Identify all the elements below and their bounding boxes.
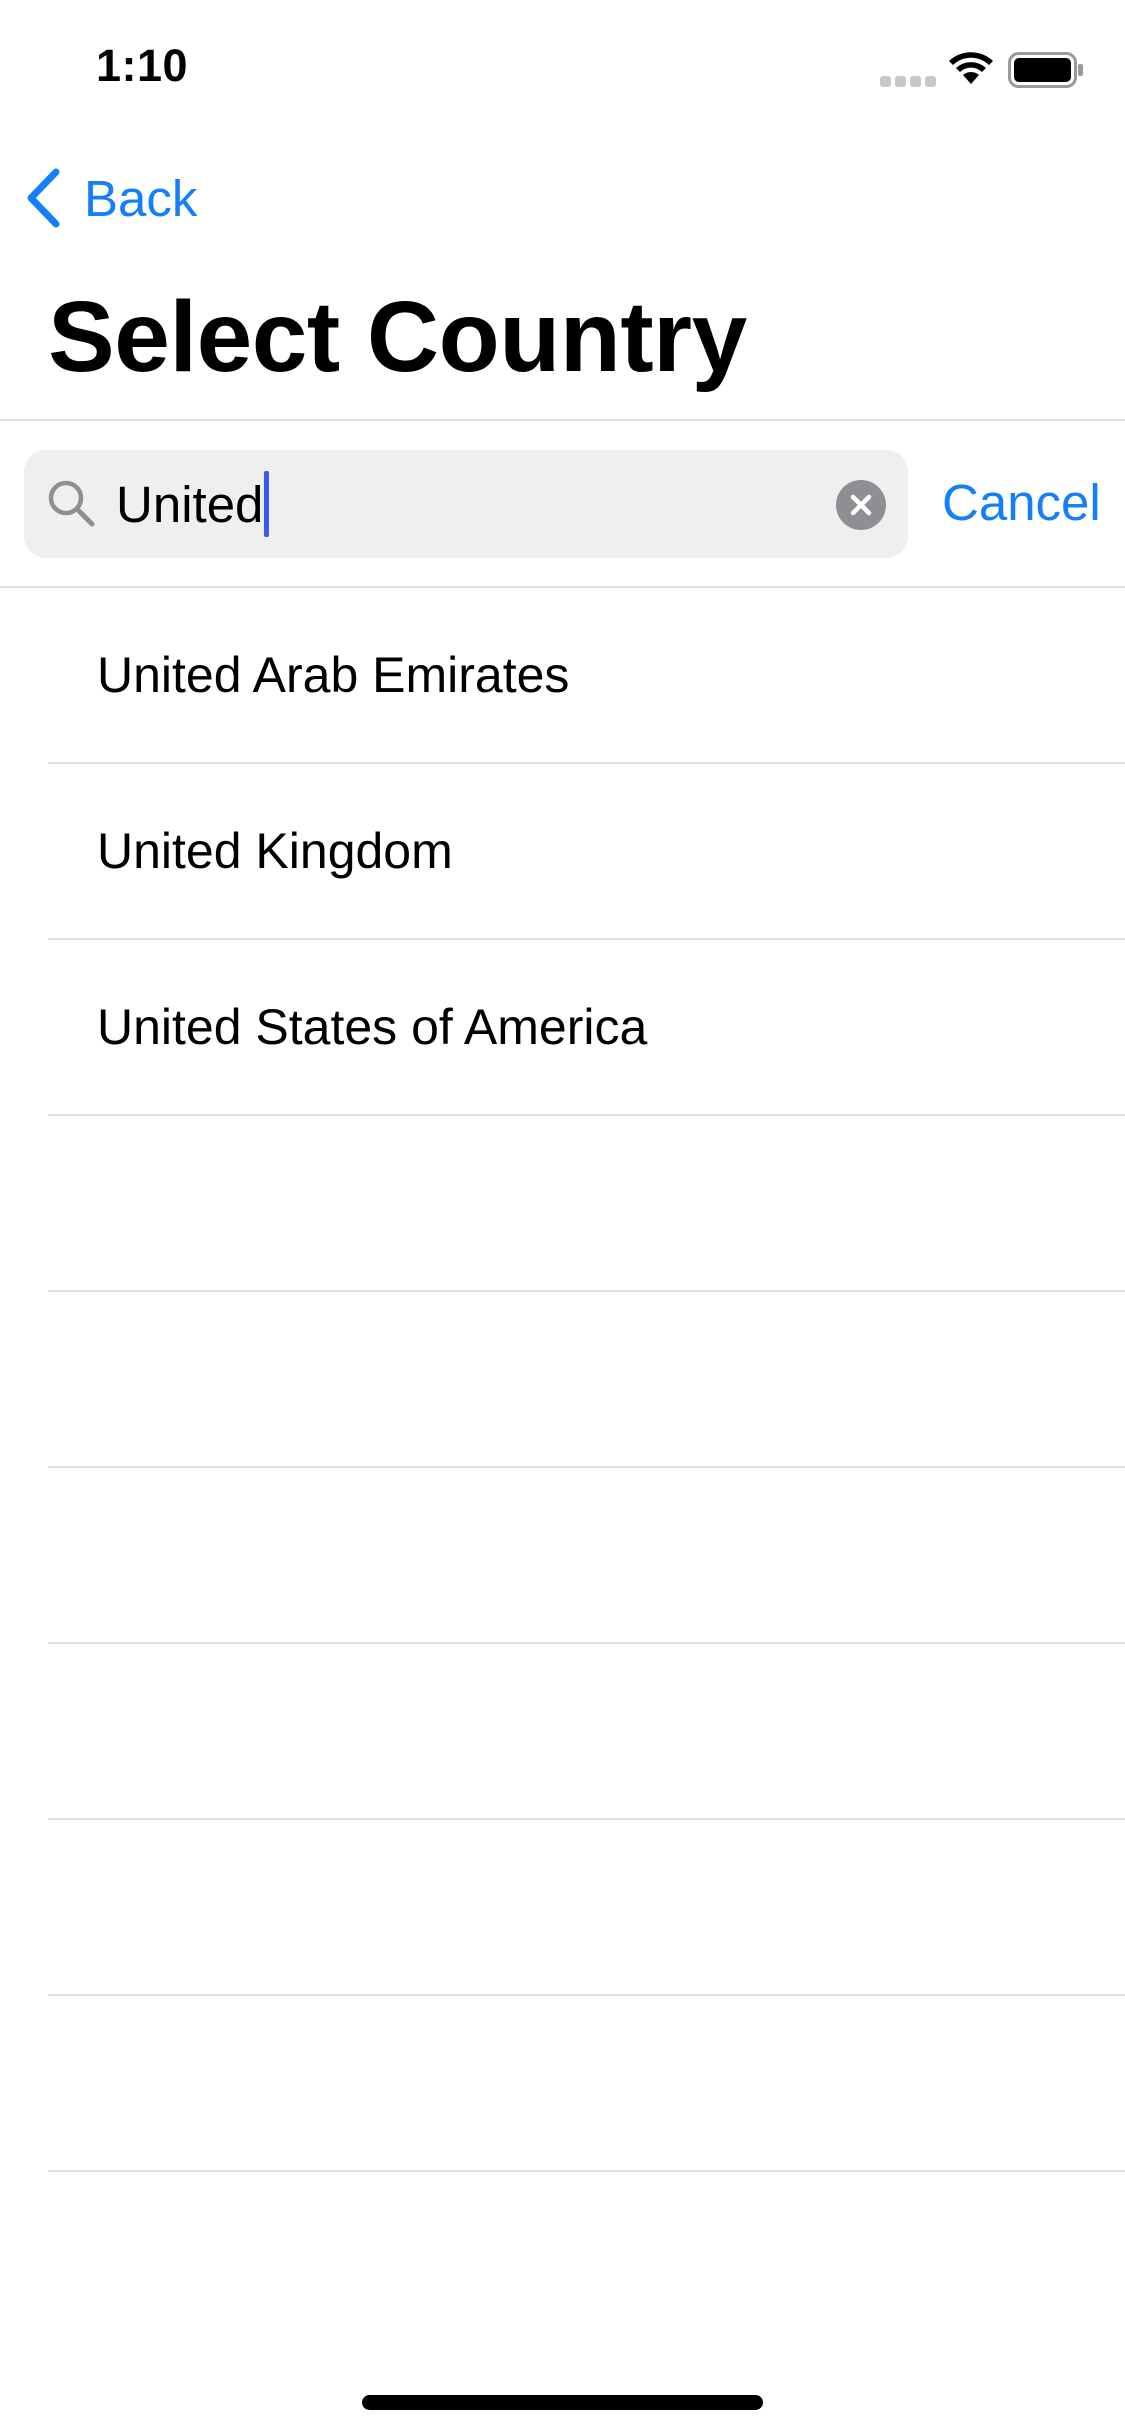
back-button[interactable]: Back — [24, 160, 197, 236]
search-icon — [48, 480, 95, 527]
status-bar: 1:10 — [0, 0, 1125, 132]
search-value: United — [116, 475, 264, 533]
list-item-label: United Arab Emirates — [97, 647, 570, 703]
empty-list-row — [48, 1820, 1125, 1996]
list-item[interactable]: United States of America — [48, 940, 1125, 1116]
empty-list-row — [48, 1292, 1125, 1468]
home-indicator[interactable] — [362, 2395, 763, 2410]
chevron-left-icon — [27, 168, 60, 228]
battery-icon — [1008, 52, 1083, 88]
search-input[interactable]: United — [24, 450, 908, 558]
search-text-area[interactable]: United — [116, 450, 270, 558]
page-title: Select Country — [48, 281, 747, 393]
wifi-icon — [949, 52, 993, 84]
empty-list-row — [48, 1644, 1125, 1820]
list-item-label: United Kingdom — [97, 823, 453, 879]
status-time: 1:10 — [96, 40, 189, 91]
list-item-label: United States of America — [97, 999, 648, 1055]
back-button-label: Back — [84, 169, 198, 227]
empty-list-row — [48, 1116, 1125, 1292]
clear-search-button[interactable] — [836, 480, 886, 530]
list-item[interactable]: United Kingdom — [48, 764, 1125, 940]
list-item[interactable]: United Arab Emirates — [48, 588, 1125, 764]
text-cursor — [264, 471, 270, 537]
empty-list-row — [48, 1468, 1125, 1644]
cellular-signal-icon — [880, 76, 936, 88]
cancel-button[interactable]: Cancel — [942, 470, 1101, 536]
close-icon — [850, 494, 872, 516]
divider — [0, 419, 1125, 421]
empty-list-row — [48, 1996, 1125, 2172]
